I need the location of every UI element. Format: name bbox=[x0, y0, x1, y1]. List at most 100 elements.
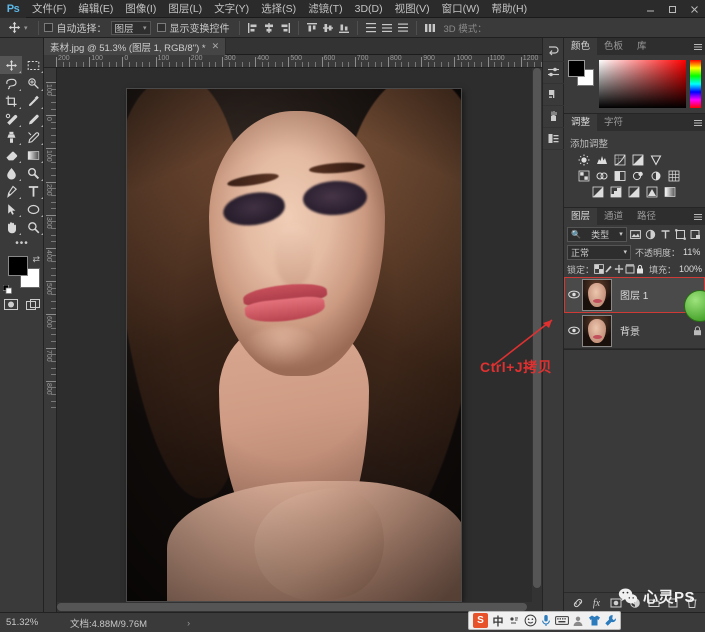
layer-filter-kind-dropdown[interactable]: 🔍 类型 ▾ bbox=[567, 226, 627, 242]
curves-icon[interactable] bbox=[612, 153, 627, 166]
document-tab[interactable]: 素材.jpg @ 51.3% (图层 1, RGB/8") * ✕ bbox=[44, 38, 227, 55]
layer-style-icon[interactable]: fx bbox=[589, 595, 605, 611]
swap-colors-icon[interactable]: ⇄ bbox=[32, 254, 40, 265]
crop-tool[interactable] bbox=[0, 92, 22, 110]
menu-view[interactable]: 视图(V) bbox=[389, 0, 436, 18]
document-canvas[interactable] bbox=[57, 68, 542, 612]
filter-adjustment-icon[interactable] bbox=[645, 227, 657, 241]
zoom-tool[interactable] bbox=[22, 218, 44, 236]
align-bottom-edges-icon[interactable] bbox=[337, 20, 351, 35]
color-picker-field[interactable] bbox=[599, 60, 686, 108]
threshold-icon[interactable] bbox=[626, 185, 641, 198]
opacity-value[interactable]: 11% bbox=[683, 247, 700, 257]
tool-preset-caret-icon[interactable]: ▾ bbox=[24, 24, 28, 32]
hand-tool[interactable] bbox=[0, 218, 22, 236]
path-select-tool[interactable] bbox=[0, 200, 22, 218]
ellipse-shape-tool[interactable] bbox=[22, 200, 44, 218]
scrollbar-thumb[interactable] bbox=[57, 603, 527, 611]
adjustments-panel-menu-icon[interactable] bbox=[691, 114, 705, 131]
image-preview[interactable] bbox=[127, 89, 461, 601]
layers-panel-menu-icon[interactable] bbox=[691, 208, 705, 225]
lock-position-icon[interactable] bbox=[614, 263, 624, 276]
brush-tool[interactable] bbox=[22, 110, 44, 128]
channel-mixer-icon[interactable] bbox=[648, 169, 663, 182]
lasso-tool[interactable] bbox=[0, 74, 22, 92]
menu-window[interactable]: 窗口(W) bbox=[436, 0, 486, 18]
tab-channels[interactable]: 通道 bbox=[597, 208, 630, 225]
blur-tool[interactable] bbox=[0, 164, 22, 182]
properties-icon[interactable] bbox=[543, 62, 564, 84]
gradient-map-icon[interactable] bbox=[662, 185, 677, 198]
layer-visibility-icon[interactable] bbox=[566, 326, 582, 335]
distribute-bottom-icon[interactable] bbox=[396, 20, 410, 35]
keyboard-icon[interactable] bbox=[554, 612, 570, 629]
screen-mode-icon[interactable] bbox=[22, 296, 44, 312]
black-white-icon[interactable] bbox=[612, 169, 627, 182]
zoom-level[interactable]: 51.32% bbox=[0, 617, 48, 628]
tab-layers[interactable]: 图层 bbox=[564, 208, 598, 225]
layer-thumbnail[interactable] bbox=[582, 314, 612, 347]
photo-filter-icon[interactable] bbox=[630, 169, 645, 182]
link-layers-icon[interactable] bbox=[570, 595, 586, 611]
menu-layer[interactable]: 图层(L) bbox=[162, 0, 208, 18]
menu-image[interactable]: 图像(I) bbox=[119, 0, 162, 18]
auto-select-checkbox[interactable] bbox=[43, 23, 53, 32]
menu-help[interactable]: 帮助(H) bbox=[486, 0, 534, 18]
history-icon[interactable] bbox=[543, 40, 564, 62]
quick-mask-icon[interactable] bbox=[0, 296, 22, 312]
move-tool-icon[interactable] bbox=[4, 19, 24, 37]
tab-character[interactable]: 字符 bbox=[597, 114, 630, 131]
quick-select-tool[interactable] bbox=[22, 74, 44, 92]
horizontal-ruler[interactable]: 200 100 0 100 200 300 400 500 600 700 800 900 1000 11… bbox=[44, 55, 542, 68]
tab-adjustments[interactable]: 调整 bbox=[564, 114, 598, 131]
align-vertical-centers-icon[interactable] bbox=[321, 20, 335, 35]
lock-artboard-icon[interactable] bbox=[625, 263, 635, 276]
tab-paths[interactable]: 路径 bbox=[630, 208, 663, 225]
selective-color-icon[interactable] bbox=[644, 185, 659, 198]
menu-3d[interactable]: 3D(D) bbox=[349, 0, 389, 18]
align-left-edges-icon[interactable] bbox=[246, 20, 260, 35]
filter-shape-icon[interactable] bbox=[675, 227, 687, 241]
fill-value[interactable]: 100% bbox=[679, 264, 702, 274]
blend-mode-dropdown[interactable]: 正常 ▾ bbox=[567, 244, 631, 260]
close-icon[interactable]: ✕ bbox=[212, 41, 220, 52]
brushes-icon[interactable] bbox=[543, 106, 564, 128]
lock-transparent-icon[interactable] bbox=[594, 263, 604, 276]
history-brush-tool[interactable] bbox=[22, 128, 44, 146]
distribute-spacing-icon[interactable] bbox=[423, 20, 437, 35]
dodge-tool[interactable] bbox=[22, 164, 44, 182]
align-top-edges-icon[interactable] bbox=[305, 20, 319, 35]
eraser-tool[interactable] bbox=[0, 146, 22, 164]
menu-file[interactable]: 文件(F) bbox=[26, 0, 72, 18]
hue-saturation-icon[interactable] bbox=[576, 169, 591, 182]
pen-tool[interactable] bbox=[0, 182, 22, 200]
move-tool[interactable] bbox=[0, 56, 22, 74]
menu-type[interactable]: 文字(Y) bbox=[208, 0, 255, 18]
user-icon[interactable] bbox=[570, 612, 586, 629]
sogou-logo-icon[interactable]: S bbox=[473, 613, 488, 628]
posterize-icon[interactable] bbox=[608, 185, 623, 198]
foreground-color-swatch[interactable] bbox=[8, 256, 28, 276]
brightness-contrast-icon[interactable] bbox=[576, 153, 591, 166]
lock-image-icon[interactable] bbox=[604, 263, 614, 276]
tab-libraries[interactable]: 库 bbox=[630, 38, 654, 55]
layer-name[interactable]: 背景 bbox=[612, 323, 689, 338]
color-lookup-icon[interactable] bbox=[666, 169, 681, 182]
chinese-mode-icon[interactable]: 中 bbox=[490, 612, 506, 629]
color-foreground-swatch[interactable] bbox=[568, 60, 585, 77]
tab-color[interactable]: 颜色 bbox=[564, 38, 598, 55]
menu-filter[interactable]: 滤镜(T) bbox=[302, 0, 348, 18]
align-horizontal-centers-icon[interactable] bbox=[262, 20, 276, 35]
tools-icon[interactable] bbox=[602, 612, 618, 629]
status-expand-icon[interactable]: › bbox=[147, 618, 190, 628]
clone-stamp-tool[interactable] bbox=[0, 128, 22, 146]
layer-row[interactable]: 背景 bbox=[564, 313, 705, 349]
color-panel-menu-icon[interactable] bbox=[691, 38, 705, 55]
exposure-icon[interactable] bbox=[630, 153, 645, 166]
levels-icon[interactable] bbox=[594, 153, 609, 166]
healing-brush-tool[interactable] bbox=[0, 110, 22, 128]
hue-slider[interactable] bbox=[690, 60, 701, 108]
distribute-center-icon[interactable] bbox=[380, 20, 394, 35]
menu-edit[interactable]: 编辑(E) bbox=[72, 0, 119, 18]
menu-select[interactable]: 选择(S) bbox=[255, 0, 302, 18]
